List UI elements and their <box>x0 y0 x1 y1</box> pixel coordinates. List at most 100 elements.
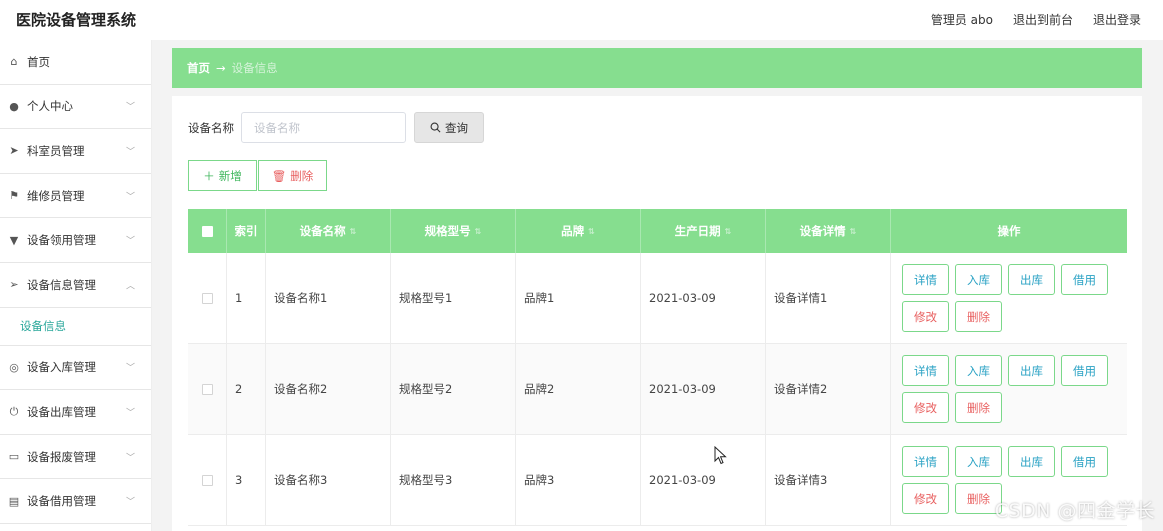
logout-link[interactable]: 退出登录 <box>1093 11 1141 28</box>
delete-button[interactable]: 🗑 删除 <box>258 160 327 191</box>
sidebar-item-equipment-info[interactable]: ➢ 设备信息管理 ︿ <box>0 263 151 308</box>
row-checkbox[interactable] <box>201 292 213 304</box>
breadcrumb-home[interactable]: 首页 <box>187 60 210 76</box>
plus-icon: ＋ <box>203 168 215 183</box>
outbound-button[interactable]: 出库 <box>1008 446 1055 477</box>
row-checkbox[interactable] <box>201 474 213 486</box>
header-label: 规格型号 <box>424 224 471 238</box>
chevron-up-icon: ︿ <box>125 281 135 292</box>
borrow-button[interactable]: 借用 <box>1061 355 1108 386</box>
detail-button[interactable]: 详情 <box>902 355 949 386</box>
user-icon: ● <box>9 99 19 113</box>
sidebar-item-home[interactable]: ⌂ 首页 <box>0 40 151 85</box>
power-icon: ⏻ <box>9 404 19 418</box>
sort-icon[interactable]: ⇅ <box>588 227 595 236</box>
edit-button[interactable]: 修改 <box>902 392 949 423</box>
table-row: 3 设备名称3 规格型号3 品牌3 2021-03-09 设备详情3 详情 入库… <box>188 435 1127 526</box>
equipment-table: 索引 设备名称 ⇅ 规格型号 ⇅ 品牌 ⇅ 生产日期 ⇅ 设备详情 ⇅ 操作 1 设备名称… <box>188 209 1127 526</box>
sidebar-item-repair-staff[interactable]: ⚑ 维修员管理 ﹀ <box>0 174 151 219</box>
sidebar-item-equipment-borrow[interactable]: ▤ 设备借用管理 ﹀ <box>0 479 151 524</box>
edit-button[interactable]: 修改 <box>902 483 949 514</box>
sidebar-item-label: 首页 <box>27 54 50 69</box>
cell-date: 2021-03-09 <box>641 344 766 434</box>
borrow-button[interactable]: 借用 <box>1061 264 1108 295</box>
monitor-icon: ▭ <box>8 450 20 464</box>
cell-detail: 设备详情2 <box>766 344 891 434</box>
row-delete-button[interactable]: 删除 <box>955 301 1002 332</box>
inbound-button[interactable]: 入库 <box>955 446 1002 477</box>
cell-actions: 详情 入库 出库 借用 修改 删除 <box>891 344 1127 434</box>
flag-icon: ⚑ <box>9 189 19 203</box>
trash-icon: 🗑 <box>271 168 287 183</box>
exit-to-front-link[interactable]: 退出到前台 <box>1013 11 1073 28</box>
borrow-button[interactable]: 借用 <box>1061 446 1108 477</box>
column-header-name[interactable]: 设备名称 ⇅ <box>266 209 391 253</box>
add-button[interactable]: ＋ 新增 <box>188 160 257 191</box>
sort-icon[interactable]: ⇅ <box>350 227 357 236</box>
header-label: 设备名称 <box>299 224 346 238</box>
chevron-down-icon: ﹀ <box>125 497 135 508</box>
sidebar-item-personal-center[interactable]: ● 个人中心 ﹀ <box>0 85 151 130</box>
sidebar-item-equipment-outbound[interactable]: ⏻ 设备出库管理 ﹀ <box>0 390 151 435</box>
search-input[interactable] <box>241 112 406 143</box>
row-checkbox[interactable] <box>201 383 213 395</box>
cell-date: 2021-03-09 <box>641 435 766 525</box>
row-select-cell <box>188 435 227 525</box>
column-header-detail[interactable]: 设备详情 ⇅ <box>766 209 891 253</box>
sort-icon[interactable]: ⇅ <box>475 227 482 236</box>
query-button[interactable]: 查询 <box>414 112 484 143</box>
search-icon <box>430 122 441 133</box>
cell-index: 3 <box>227 435 266 525</box>
document-icon: ▤ <box>8 494 20 508</box>
chevron-down-icon: ﹀ <box>125 236 135 247</box>
outbound-button[interactable]: 出库 <box>1008 264 1055 295</box>
sort-icon[interactable]: ⇅ <box>725 227 732 236</box>
sort-icon[interactable]: ⇅ <box>850 227 857 236</box>
cell-brand: 品牌2 <box>516 344 641 434</box>
column-header-model[interactable]: 规格型号 ⇅ <box>391 209 516 253</box>
inbound-button[interactable]: 入库 <box>955 264 1002 295</box>
select-all-checkbox[interactable] <box>201 225 213 237</box>
inbound-button[interactable]: 入库 <box>955 355 1002 386</box>
query-button-label: 查询 <box>445 120 468 135</box>
cell-name: 设备名称2 <box>266 344 391 434</box>
home-icon: ⌂ <box>10 55 18 69</box>
cell-brand: 品牌1 <box>516 253 641 343</box>
sidebar-item-label: 个人中心 <box>27 99 73 114</box>
chevron-down-icon: ﹀ <box>125 102 135 113</box>
sidebar-item-equipment-scrap[interactable]: ▭ 设备报废管理 ﹀ <box>0 435 151 480</box>
header-label: 设备详情 <box>799 224 846 238</box>
row-select-cell <box>188 344 227 434</box>
detail-button[interactable]: 详情 <box>902 264 949 295</box>
edit-button[interactable]: 修改 <box>902 301 949 332</box>
top-header: 医院设备管理系统 管理员 abo 退出到前台 退出登录 <box>0 0 1163 38</box>
sidebar-subitem-equipment-info[interactable]: 设备信息 <box>0 308 151 346</box>
outbound-button[interactable]: 出库 <box>1008 355 1055 386</box>
sidebar-item-label: 设备入库管理 <box>27 360 96 375</box>
column-header-index: 索引 <box>227 209 266 253</box>
sidebar-item-label: 维修员管理 <box>27 188 85 203</box>
sidebar-item-equipment-receive[interactable]: ▼ 设备领用管理 ﹀ <box>0 218 151 263</box>
cell-index: 2 <box>227 344 266 434</box>
header-label: 生产日期 <box>674 224 721 238</box>
select-all-cell <box>188 209 227 253</box>
navigation-icon: ➢ <box>9 278 19 292</box>
arrow-right-icon: → <box>216 61 226 75</box>
header-label: 操作 <box>997 224 1021 238</box>
breadcrumb-current: 设备信息 <box>231 61 278 75</box>
row-delete-button[interactable]: 删除 <box>955 392 1002 423</box>
sidebar-item-label: 设备借用管理 <box>27 494 96 509</box>
cell-actions: 详情 入库 出库 借用 修改 删除 <box>891 253 1127 343</box>
cell-detail: 设备详情3 <box>766 435 891 525</box>
column-header-date[interactable]: 生产日期 ⇅ <box>641 209 766 253</box>
column-header-brand[interactable]: 品牌 ⇅ <box>516 209 641 253</box>
cell-detail: 设备详情1 <box>766 253 891 343</box>
sidebar-item-equipment-inbound[interactable]: ◎ 设备入库管理 ﹀ <box>0 346 151 391</box>
chevron-down-icon: ﹀ <box>125 147 135 158</box>
detail-button[interactable]: 详情 <box>902 446 949 477</box>
sidebar-item-department-staff[interactable]: ➤ 科室员管理 ﹀ <box>0 129 151 174</box>
current-user: 管理员 abo <box>930 13 993 27</box>
cell-date: 2021-03-09 <box>641 253 766 343</box>
paper-plane-icon: ➤ <box>9 144 19 158</box>
cell-brand: 品牌3 <box>516 435 641 525</box>
